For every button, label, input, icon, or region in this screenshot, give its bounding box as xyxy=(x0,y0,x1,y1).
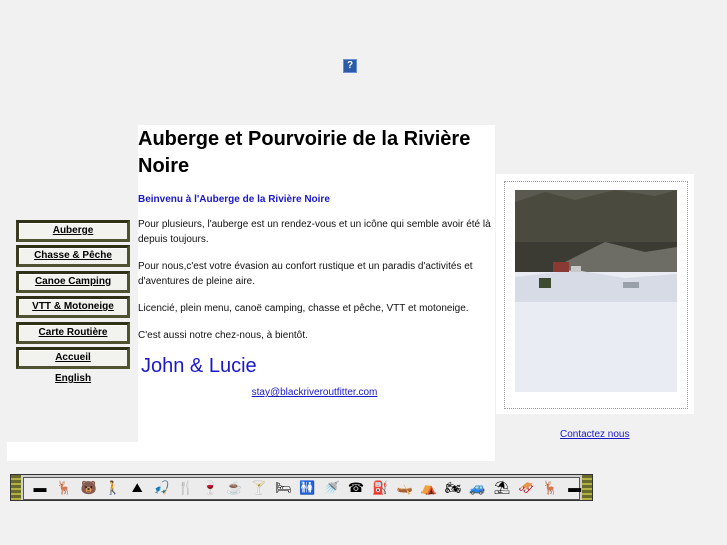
cocktail-icon[interactable]: 🍸 xyxy=(251,480,267,496)
restroom-icon[interactable]: 🚻 xyxy=(299,480,315,496)
tent-icon[interactable]: ⛺ xyxy=(421,480,437,496)
fishing-icon[interactable]: 🎣 xyxy=(154,480,170,496)
dash-end-icon[interactable]: ▬ xyxy=(567,480,583,496)
nav-item-chasse-peche[interactable]: Chasse & Pêche xyxy=(16,245,130,268)
snowmobile-icon[interactable]: 🛷 xyxy=(518,480,534,496)
main-content: Auberge et Pourvoirie de la Rivière Noir… xyxy=(138,125,495,461)
paragraph: Pour nous,c'est votre évasion au confort… xyxy=(138,261,473,287)
nav-item-vtt-motoneige[interactable]: VTT & Motoneige xyxy=(16,296,130,319)
welcome-heading: Beinvenu à l'Auberge de la Rivière Noire xyxy=(138,194,330,205)
toolbar-track: ▬ 🦌 🐻 🚶 ⛰ 🎣 🍴 🍷 ☕ 🍸 🛏 🚻 🚿 ☎ ⛽ 🛶 ⛺ 🏍 🚙 ⛱ 🛷 🦌 ▬ xyxy=(23,477,583,500)
nav-item-accueil[interactable]: Accueil xyxy=(16,346,130,369)
moose-icon[interactable]: 🦌 xyxy=(56,480,72,496)
broken-image-icon: ? xyxy=(343,59,357,73)
dash-icon[interactable]: ▬ xyxy=(32,480,48,496)
email-link[interactable]: stay@blackriveroutfitter.com xyxy=(138,387,491,398)
picnic-icon[interactable]: ⛱ xyxy=(494,480,511,496)
deer-icon[interactable]: 🦌 xyxy=(542,480,558,496)
contact-link[interactable]: Contactez nous xyxy=(560,429,630,440)
nav-item-carte-routiere[interactable]: Carte Routière xyxy=(16,321,130,344)
icon-toolbar: ▬ 🦌 🐻 🚶 ⛰ 🎣 🍴 🍷 ☕ 🍸 🛏 🚻 🚿 ☎ ⛽ 🛶 ⛺ 🏍 🚙 ⛱ 🛷 🦌 ▬ xyxy=(10,474,593,501)
phone-icon[interactable]: ☎ xyxy=(348,480,364,496)
sidebar-nav: Auberge Chasse & Pêche Canoe Camping VTT… xyxy=(16,220,130,384)
winter-photo xyxy=(504,181,688,409)
paragraph: Licencié, plein menu, canoë camping, cha… xyxy=(138,303,469,314)
shower-icon[interactable]: 🚿 xyxy=(324,480,340,496)
atv-icon[interactable]: 🏍 xyxy=(445,480,462,496)
toolbar-right-cap xyxy=(582,475,592,500)
hiker-icon[interactable]: 🚶 xyxy=(105,480,121,496)
fuel-icon[interactable]: ⛽ xyxy=(372,480,388,496)
bear-icon[interactable]: 🐻 xyxy=(81,480,97,496)
paragraph: C'est aussi notre chez-nous, à bientôt. xyxy=(138,330,308,341)
paragraph: Pour plusieurs, l'auberge est un rendez-… xyxy=(138,219,491,245)
bed-icon[interactable]: 🛏 xyxy=(275,480,292,496)
coffee-icon[interactable]: ☕ xyxy=(226,480,242,496)
landscape-icon[interactable]: ⛰ xyxy=(129,480,145,496)
toolbar-left-cap xyxy=(11,475,21,500)
page-title: Auberge et Pourvoirie de la Rivière Noir… xyxy=(138,128,471,177)
nav-item-auberge[interactable]: Auberge xyxy=(16,220,130,242)
wine-icon[interactable]: 🍷 xyxy=(202,480,218,496)
canoe-icon[interactable]: 🛶 xyxy=(397,480,413,496)
winter-landscape-image xyxy=(505,182,687,408)
photo-panel xyxy=(496,174,694,414)
english-link[interactable]: English xyxy=(16,373,130,384)
truck-icon[interactable]: 🚙 xyxy=(469,480,485,496)
utensils-icon[interactable]: 🍴 xyxy=(178,480,194,496)
signature: John & Lucie xyxy=(141,355,257,377)
nav-item-canoe-camping[interactable]: Canoe Camping xyxy=(16,270,130,293)
